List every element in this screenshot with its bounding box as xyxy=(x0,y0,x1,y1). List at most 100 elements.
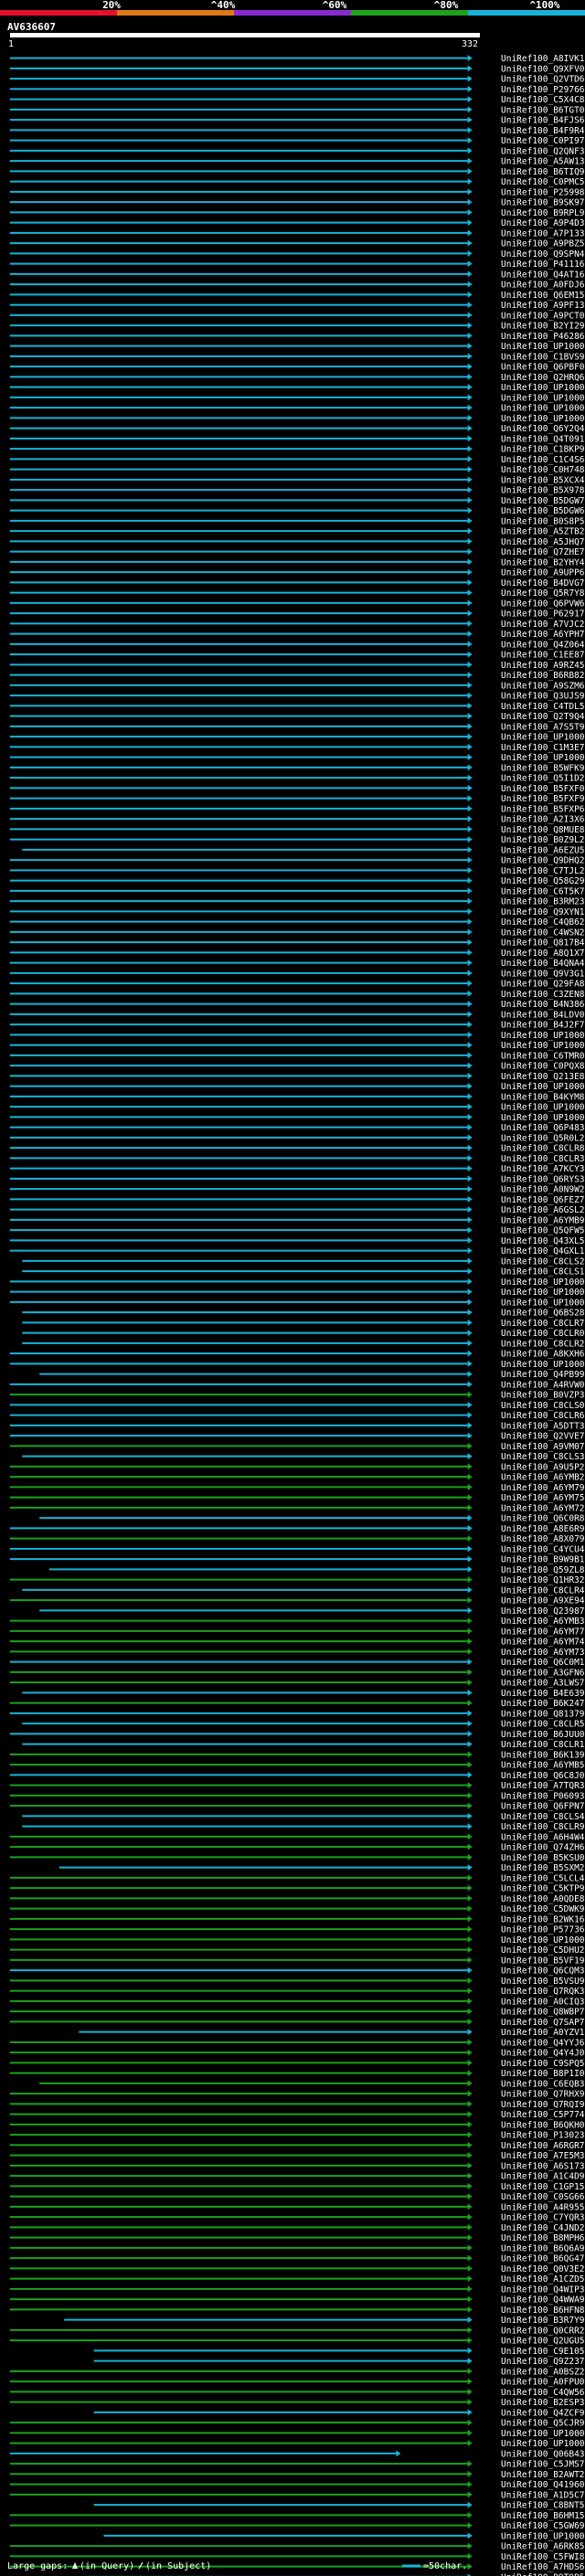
hit-row[interactable]: UniRef100_Q6PVW6 xyxy=(9,599,585,609)
hit-label[interactable]: UniRef100_UP1000.. xyxy=(501,1113,585,1123)
hit-row[interactable]: UniRef100_A9PBZ5 xyxy=(9,239,585,249)
hit-row[interactable]: UniRef100_Q0CRR2 xyxy=(9,2326,585,2336)
hit-label[interactable]: UniRef100_B5VSU9 xyxy=(501,1977,585,1987)
hit-label[interactable]: UniRef100_P25998 xyxy=(501,187,585,197)
hit-label[interactable]: UniRef100_C5GW69 xyxy=(501,2521,585,2531)
hit-label[interactable]: UniRef100_Q2VVE7 xyxy=(501,1432,585,1442)
hit-label[interactable]: UniRef100_Q7SAP7 xyxy=(501,2018,585,2028)
hit-row[interactable]: UniRef100_B6TIQ9 xyxy=(9,167,585,177)
hit-label[interactable]: UniRef100_B9RPL9 xyxy=(501,208,585,218)
hit-row[interactable]: UniRef100_A0FPU0 xyxy=(9,2378,585,2388)
hit-label[interactable]: UniRef100_C0PI97 xyxy=(501,136,585,146)
hit-row[interactable]: UniRef100_A7KCY3 xyxy=(9,1164,585,1174)
hit-label[interactable]: UniRef100_UP1000.. xyxy=(501,393,585,403)
hit-row[interactable]: UniRef100_Q6FEZ7 xyxy=(9,1195,585,1205)
hit-label[interactable]: UniRef100_C0SG66 xyxy=(501,2192,585,2202)
hit-label[interactable]: UniRef100_C8CLR6 xyxy=(501,1411,585,1421)
hit-row[interactable]: UniRef100_B4E639 xyxy=(22,1689,585,1699)
hit-label[interactable]: UniRef100_C8CLR8 xyxy=(501,1144,585,1154)
hit-row[interactable]: UniRef100_C5GW69 xyxy=(9,2521,585,2531)
hit-row[interactable]: UniRef100_A4R955 xyxy=(9,2202,585,2212)
hit-label[interactable]: UniRef100_C5DWK9 xyxy=(501,1904,585,1914)
hit-label[interactable]: UniRef100_A8X079 xyxy=(501,1534,585,1544)
hit-label[interactable]: UniRef100_C5DHU2 xyxy=(501,1945,585,1956)
hit-label[interactable]: UniRef100_UP1000.. xyxy=(501,1031,585,1041)
hit-row[interactable]: UniRef100_P46286 xyxy=(9,332,585,342)
hit-row[interactable]: UniRef100_A0N9W2 xyxy=(9,1185,585,1195)
hit-row[interactable]: UniRef100_A9U5P2 xyxy=(9,1462,585,1472)
hit-label[interactable]: UniRef100_Q6FEZ7 xyxy=(501,1195,585,1205)
hit-label[interactable]: UniRef100_C0PMC5 xyxy=(501,177,585,187)
hit-label[interactable]: UniRef100_A6YM72 xyxy=(501,1503,585,1513)
hit-label[interactable]: UniRef100_C4JND2 xyxy=(501,2223,585,2233)
hit-row[interactable]: UniRef100_Q6EM15 xyxy=(9,291,585,301)
hit-label[interactable]: UniRef100_UP1000.. xyxy=(501,753,585,763)
hit-label[interactable]: UniRef100_C7YQR3 xyxy=(501,2213,585,2223)
hit-row[interactable]: UniRef100_C8CLR4 xyxy=(22,1585,585,1595)
hit-label[interactable]: UniRef100_C8CLR7 xyxy=(501,1319,585,1329)
hit-label[interactable]: UniRef100_A5AW13 xyxy=(501,157,585,167)
hit-label[interactable]: UniRef100_A6YMB5 xyxy=(501,1761,585,1771)
hit-label[interactable]: UniRef100_B5WFK9 xyxy=(501,763,585,773)
hit-label[interactable]: UniRef100_C6EQB3 xyxy=(501,2079,585,2089)
hit-label[interactable]: UniRef100_A0QDE8 xyxy=(501,1894,585,1904)
hit-label[interactable]: UniRef100_C4WSN2 xyxy=(501,928,585,938)
hit-label[interactable]: UniRef100_A9RZ45 xyxy=(501,661,585,671)
hit-row[interactable]: UniRef100_A6YM77 xyxy=(9,1627,585,1637)
hit-label[interactable]: UniRef100_A6RK85 xyxy=(501,2542,585,2552)
hit-label[interactable]: UniRef100_A9SZM6 xyxy=(501,681,585,691)
hit-label[interactable]: UniRef100_C8CLS4 xyxy=(501,1812,585,1822)
hit-label[interactable]: UniRef100_A5ZTB2 xyxy=(501,527,585,537)
hit-row[interactable]: UniRef100_B5XCX4 xyxy=(9,475,585,485)
hit-row[interactable]: UniRef100_B6HFN8 xyxy=(9,2306,585,2316)
hit-row[interactable]: UniRef100_Q3UJS9 xyxy=(9,692,585,702)
hit-row[interactable]: UniRef100_UP1000.. xyxy=(9,733,585,743)
hit-row[interactable]: UniRef100_UP1000.. xyxy=(9,1298,585,1308)
hit-label[interactable]: UniRef100_UP1000.. xyxy=(501,2439,585,2449)
hit-row[interactable]: UniRef100_Q4YYJ6 xyxy=(9,2038,585,2048)
hit-row[interactable]: UniRef100_A8X079 xyxy=(9,1534,585,1544)
hit-label[interactable]: UniRef100_B5FXF0 xyxy=(501,784,585,794)
hit-label[interactable]: UniRef100_Q6BS28 xyxy=(501,1309,585,1319)
hit-label[interactable]: UniRef100_A0YZV1 xyxy=(501,2028,585,2038)
hit-label[interactable]: UniRef100_A6H4W4 xyxy=(501,1832,585,1842)
hit-row[interactable]: UniRef100_UP1000.. xyxy=(9,1031,585,1041)
hit-row[interactable]: UniRef100_Q59ZL8 xyxy=(49,1565,585,1575)
hit-label[interactable]: UniRef100_C6TMR0 xyxy=(501,1051,585,1061)
hit-label[interactable]: UniRef100_Q6FPN7 xyxy=(501,1802,585,1812)
hit-row[interactable]: UniRef100_A5JHQ7 xyxy=(9,537,585,547)
hit-row[interactable]: UniRef100_A7VJC2 xyxy=(9,620,585,630)
hit-label[interactable]: UniRef100_A6YM74 xyxy=(501,1638,585,1648)
hit-row[interactable]: UniRef100_UP1000.. xyxy=(9,1041,585,1051)
hit-row[interactable]: UniRef100_P25998 xyxy=(9,187,585,197)
hit-row[interactable]: UniRef100_A2I3X6 xyxy=(9,815,585,825)
hit-row[interactable]: UniRef100_Q6C0R8 xyxy=(39,1514,585,1524)
hit-row[interactable]: UniRef100_B4LDV0 xyxy=(9,1010,585,1020)
hit-row[interactable]: UniRef100_A7S5T9 xyxy=(9,722,585,732)
hit-row[interactable]: UniRef100_C3ZEN8 xyxy=(9,990,585,1000)
hit-row[interactable]: UniRef100_C5DWK9 xyxy=(9,1904,585,1914)
hit-row[interactable]: UniRef100_C7YQR3 xyxy=(9,2213,585,2223)
hit-label[interactable]: UniRef100_Q3UJS9 xyxy=(501,692,585,702)
hit-row[interactable]: UniRef100_Q6RYS3 xyxy=(9,1174,585,1184)
hit-row[interactable]: UniRef100_A8E6R9 xyxy=(9,1524,585,1534)
hit-row[interactable]: UniRef100_C1M3E7 xyxy=(9,743,585,753)
hit-label[interactable]: UniRef100_C1BVS9 xyxy=(501,352,585,362)
hit-row[interactable]: UniRef100_A6YM73 xyxy=(9,1648,585,1658)
hit-label[interactable]: UniRef100_A7HDS6 xyxy=(501,2562,585,2572)
hit-label[interactable]: UniRef100_A6YM73 xyxy=(501,1648,585,1658)
hit-row[interactable]: UniRef100_B4KYM8 xyxy=(9,1092,585,1102)
hit-label[interactable]: UniRef100_B6K139 xyxy=(501,1750,585,1760)
hit-label[interactable]: UniRef100_C0PQX8 xyxy=(501,1062,585,1072)
hit-label[interactable]: UniRef100_C1C4S6 xyxy=(501,455,585,465)
hit-row[interactable]: UniRef100_UP1000.. xyxy=(9,1103,585,1113)
hit-row[interactable]: UniRef100_A9XE94 xyxy=(9,1596,585,1606)
hit-row[interactable]: UniRef100_Q1HR32 xyxy=(9,1575,585,1585)
hit-row[interactable]: UniRef100_A6H4W4 xyxy=(9,1832,585,1842)
hit-row[interactable]: UniRef100_Q4Z064 xyxy=(9,640,585,650)
hit-row[interactable]: UniRef100_C1EE87 xyxy=(9,651,585,661)
hit-label[interactable]: UniRef100_C5X4C8 xyxy=(501,95,585,105)
hit-row[interactable]: UniRef100_Q9V3G1 xyxy=(9,969,585,979)
hit-label[interactable]: UniRef100_UP1000.. xyxy=(501,404,585,414)
hit-row[interactable]: UniRef100_Q6C0M1 xyxy=(9,1658,585,1668)
